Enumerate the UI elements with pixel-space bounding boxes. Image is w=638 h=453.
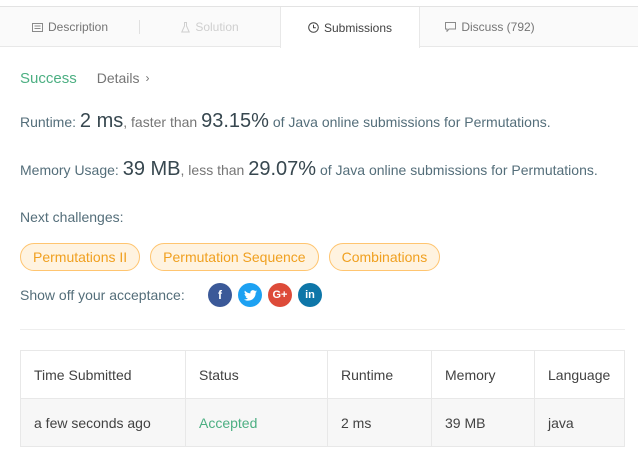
comment-icon	[445, 22, 457, 32]
details-link[interactable]: Details ›	[97, 70, 150, 86]
share-buttons: f G+ in	[208, 283, 328, 307]
google-plus-icon[interactable]: G+	[268, 283, 292, 307]
runtime-suffix: of Java online submissions for Permutati…	[268, 114, 551, 130]
twitter-icon[interactable]	[238, 283, 262, 307]
result-row: Success Details ›	[20, 70, 150, 87]
table-header-row: Time Submitted Status Runtime Memory Lan…	[20, 350, 625, 399]
facebook-icon[interactable]: f	[208, 283, 232, 307]
column-header-status[interactable]: Status	[185, 350, 328, 399]
cell-status-link[interactable]: Accepted	[185, 398, 328, 447]
tab-solution[interactable]: Solution	[140, 7, 280, 47]
runtime-faster-text: , faster than	[123, 114, 202, 130]
description-icon	[31, 22, 43, 32]
table-row: a few seconds ago Accepted 2 ms 39 MB ja…	[20, 398, 625, 447]
problem-tabs: Description Solution Submissions Discuss…	[0, 7, 638, 48]
divider	[20, 329, 625, 330]
tab-discuss[interactable]: Discuss (792)	[420, 7, 560, 47]
challenge-chip-permutations-ii[interactable]: Permutations II	[20, 243, 141, 271]
tab-label: Solution	[195, 20, 239, 34]
cell-runtime: 2 ms	[327, 398, 432, 447]
column-header-language[interactable]: Language	[534, 350, 625, 399]
memory-stat: Memory Usage: 39 MB, less than 29.07% of…	[20, 158, 598, 181]
memory-percent: 29.07%	[248, 158, 317, 180]
memory-prefix: Memory Usage:	[20, 162, 123, 178]
submissions-table: Time Submitted Status Runtime Memory Lan…	[20, 350, 625, 447]
column-header-memory[interactable]: Memory	[431, 350, 535, 399]
chevron-right-icon: ›	[145, 71, 150, 85]
runtime-value: 2 ms	[79, 110, 124, 132]
tab-submissions[interactable]: Submissions	[280, 7, 420, 48]
column-header-time[interactable]: Time Submitted	[20, 350, 186, 399]
challenge-chip-permutation-sequence[interactable]: Permutation Sequence	[150, 243, 319, 271]
column-header-runtime[interactable]: Runtime	[327, 350, 432, 399]
tab-label: Discuss (792)	[461, 20, 535, 34]
details-label: Details	[96, 70, 140, 86]
memory-value: 39 MB	[122, 158, 181, 180]
runtime-stat: Runtime: 2 ms, faster than 93.15% of Jav…	[20, 110, 551, 133]
tab-label: Description	[47, 20, 109, 34]
next-challenges-label: Next challenges:	[20, 209, 124, 225]
cell-language: java	[534, 398, 625, 447]
runtime-percent: 93.15%	[201, 110, 269, 132]
memory-suffix: of Java online submissions for Permutati…	[316, 162, 598, 178]
flask-icon	[181, 21, 191, 33]
challenge-chip-combinations[interactable]: Combinations	[328, 243, 441, 271]
next-challenges-list: Permutations II Permutation Sequence Com…	[20, 243, 450, 271]
cell-time-submitted: a few seconds ago	[20, 398, 186, 447]
clock-icon	[308, 22, 319, 33]
top-bar	[0, 0, 638, 7]
linkedin-icon[interactable]: in	[298, 283, 322, 307]
share-label: Show off your acceptance:	[20, 287, 185, 303]
tab-label: Submissions	[323, 20, 393, 35]
cell-memory: 39 MB	[431, 398, 535, 447]
memory-less-text: , less than	[180, 162, 249, 178]
success-status: Success	[20, 70, 77, 87]
tab-description[interactable]: Description	[0, 7, 140, 47]
runtime-prefix: Runtime:	[20, 114, 80, 130]
